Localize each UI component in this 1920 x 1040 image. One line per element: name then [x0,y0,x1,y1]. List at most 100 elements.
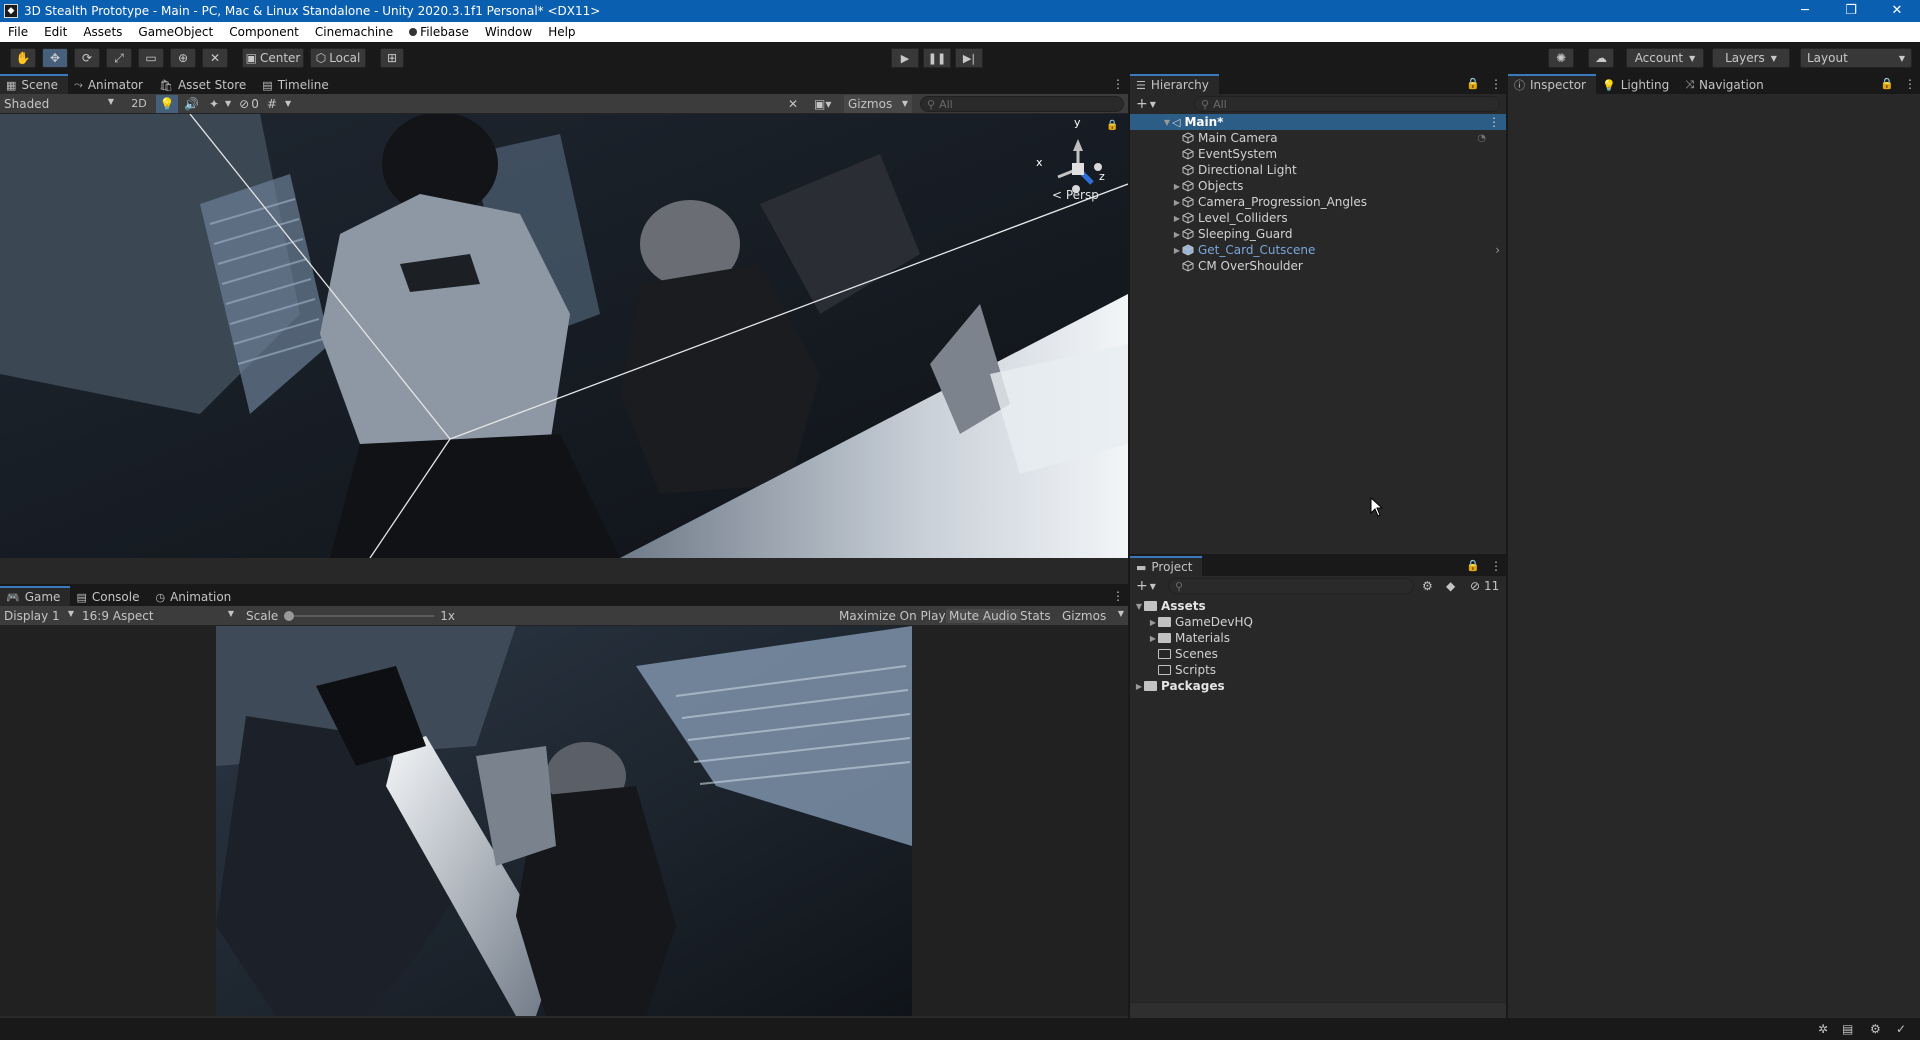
project-search-input[interactable]: ⚲ [1168,578,1414,594]
pivot-local-toggle[interactable]: ⬡ Local [310,48,366,68]
game-gizmos-dropdown[interactable]: Gizmos ▼ [1060,609,1126,623]
lock-icon[interactable]: 🔒 [1466,559,1480,572]
chevron-down-icon[interactable]: ▼ [1150,582,1156,591]
expand-arrow-icon[interactable]: ▶ [1148,634,1158,643]
aspect-dropdown[interactable]: 16:9 Aspect ▼ [78,609,238,623]
hierarchy-item[interactable]: ▶ Camera_Progression_Angles [1130,194,1506,210]
progress-check-icon[interactable]: ✓ [1896,1022,1906,1036]
stats-toggle[interactable]: Stats [1020,609,1051,623]
effects-toggle-icon[interactable]: ✦ [209,97,219,111]
scene-gizmo-lock-icon[interactable]: 🔒 [1106,120,1118,131]
menu-filebase[interactable]: Filebase [401,25,477,39]
collab-button[interactable]: ✺ [1548,48,1574,68]
scale-tool-button[interactable]: ⤢ [106,48,132,68]
tab-inspector[interactable]: ⓘ Inspector [1508,74,1596,94]
play-button[interactable]: ▶ [891,48,919,68]
hierarchy-item[interactable]: ▶ Get_Card_Cutscene › [1130,242,1506,258]
tab-console[interactable]: ▤ Console [70,586,149,606]
tab-timeline[interactable]: ▤ Timeline [256,74,338,94]
transform-tool-button[interactable]: ⊕ [170,48,196,68]
search-by-type-icon[interactable]: ⚙ [1422,579,1433,593]
tab-asset-store[interactable]: 🛍 Asset Store [153,74,256,94]
projection-label[interactable]: < Persp [1052,188,1099,202]
audio-toggle-icon[interactable]: 🔊 [184,97,199,111]
maximize-on-play-toggle[interactable]: Maximize On Play [836,609,949,623]
hierarchy-item[interactable]: Main Camera ◔ [1130,130,1506,146]
project-folder-row[interactable]: ▼ Assets [1130,598,1506,614]
expand-arrow-icon[interactable]: ▶ [1172,182,1182,191]
menu-gameobject[interactable]: GameObject [130,25,221,39]
menu-file[interactable]: File [0,25,36,39]
panel-menu-icon[interactable]: ⋮ [1112,589,1124,603]
tools-settings-icon[interactable]: ✕ [788,97,798,111]
project-folder-row[interactable]: ▶ Packages [1130,678,1506,694]
tab-animator[interactable]: ⤳ Animator [68,74,153,94]
tab-animation[interactable]: ◷ Animation [149,586,241,606]
lock-icon[interactable]: 🔒 [1880,77,1894,90]
scene-viewport[interactable]: y x z 🔒 < Persp [0,114,1128,558]
hierarchy-item[interactable]: ▶ Level_Colliders [1130,210,1506,226]
bug-icon[interactable]: ✲ [1818,1022,1828,1036]
tab-game[interactable]: 🎮 Game [0,586,71,606]
menu-assets[interactable]: Assets [75,25,130,39]
scale-slider[interactable] [284,610,435,622]
display-dropdown[interactable]: Display 1 ▼ [0,609,78,623]
hierarchy-item[interactable]: CM OverShoulder [1130,258,1506,274]
scene-menu-icon[interactable]: ⋮ [1488,115,1500,129]
menu-cinemachine[interactable]: Cinemachine [307,25,401,39]
shading-mode-dropdown[interactable]: Shaded ▼ [0,97,120,111]
rect-tool-button[interactable]: ▭ [138,48,164,68]
expand-arrow-icon[interactable]: ▶ [1172,246,1182,255]
menu-edit[interactable]: Edit [36,25,75,39]
expand-arrow-icon[interactable]: ▶ [1172,198,1182,207]
panel-menu-icon[interactable]: ⋮ [1904,77,1916,91]
pivot-center-toggle[interactable]: ▣ Center [242,48,304,68]
hierarchy-item[interactable]: ▶ Objects [1130,178,1506,194]
menu-component[interactable]: Component [221,25,307,39]
restore-button[interactable]: ❐ [1828,0,1874,22]
camera-settings-icon[interactable]: ▣▾ [814,97,831,111]
layout-dropdown[interactable]: Layout ▼ [1800,48,1912,68]
gizmos-dropdown[interactable]: Gizmos ▼ [844,94,912,113]
project-folder-row[interactable]: ▶ Materials [1130,630,1506,646]
expand-arrow-icon[interactable]: ▶ [1172,230,1182,239]
cache-server-icon[interactable]: ▤ [1842,1022,1853,1036]
create-plus-icon[interactable]: + [1136,96,1148,112]
lock-icon[interactable]: 🔒 [1466,77,1480,90]
hand-tool-button[interactable]: ✋ [10,48,36,68]
panel-menu-icon[interactable]: ⋮ [1490,77,1502,91]
expand-arrow-icon[interactable]: ▶ [1172,214,1182,223]
2d-toggle[interactable]: 2D [128,97,150,110]
chevron-down-icon[interactable]: ▼ [1150,100,1156,109]
hierarchy-search-input[interactable]: ⚲ All [1194,96,1500,112]
panel-menu-icon[interactable]: ⋮ [1490,559,1502,573]
grid-snap-button[interactable]: ⊞ [380,48,404,68]
tab-project[interactable]: ▬ Project [1130,556,1203,576]
open-prefab-arrow-icon[interactable]: › [1495,243,1500,257]
layers-dropdown[interactable]: Layers ▼ [1712,48,1790,68]
hierarchy-item[interactable]: EventSystem [1130,146,1506,162]
expand-arrow-icon[interactable]: ▶ [1148,618,1158,627]
game-viewport[interactable] [0,626,1128,1016]
menu-help[interactable]: Help [540,25,583,39]
scene-root-row[interactable]: ▼ ◁ Main* ⋮ [1130,114,1506,130]
project-folder-row[interactable]: ▶ GameDevHQ [1130,614,1506,630]
search-by-label-icon[interactable]: ◆ [1446,579,1455,593]
minimize-button[interactable]: ─ [1782,0,1828,22]
hidden-packages-icon[interactable]: ⊘ [1470,579,1480,593]
auto-generate-lighting-icon[interactable]: ⚙ [1870,1022,1881,1036]
menu-window[interactable]: Window [477,25,540,39]
tab-navigation[interactable]: ⤨ Navigation [1679,74,1774,94]
lighting-toggle-icon[interactable]: 💡 [156,94,178,113]
hierarchy-item[interactable]: ▶ Sleeping_Guard [1130,226,1506,242]
tab-lighting[interactable]: 💡 Lighting [1596,74,1679,94]
pause-button[interactable]: ❚❚ [923,48,951,68]
chevron-down-icon[interactable]: ▼ [285,99,291,108]
mute-audio-toggle[interactable]: Mute Audio [946,608,1020,623]
project-folder-row[interactable]: Scripts [1130,662,1506,678]
custom-tool-button[interactable]: ✕ [202,48,228,68]
hierarchy-item[interactable]: Directional Light [1130,162,1506,178]
tab-scene[interactable]: ▦ Scene [0,74,68,94]
panel-menu-icon[interactable]: ⋮ [1112,77,1124,91]
scale-slider-handle[interactable] [284,610,295,621]
